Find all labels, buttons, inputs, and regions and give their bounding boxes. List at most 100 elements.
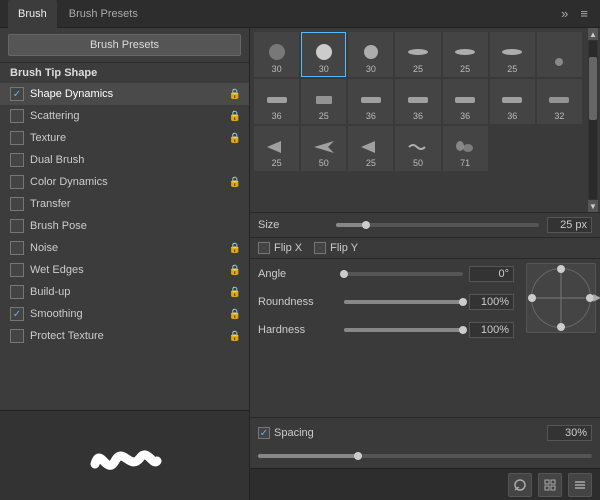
- roundness-label: Roundness: [258, 296, 338, 308]
- brush-cell-17[interactable]: 25: [348, 126, 393, 171]
- grid-scrollbar[interactable]: ▲ ▼: [588, 28, 598, 212]
- brush-cell-8[interactable]: 36: [254, 79, 299, 124]
- check-protect-texture[interactable]: [10, 329, 24, 343]
- check-dual-brush[interactable]: [10, 153, 24, 167]
- lock-wet-edges: 🔒: [229, 264, 241, 276]
- brush-cell-4[interactable]: 25: [395, 32, 440, 77]
- spacing-slider[interactable]: [258, 454, 592, 458]
- hardness-slider[interactable]: [344, 328, 463, 332]
- check-scattering[interactable]: [10, 109, 24, 123]
- brush-cell-5[interactable]: 25: [443, 32, 488, 77]
- size-slider[interactable]: [336, 223, 539, 227]
- tab-brush-presets[interactable]: Brush Presets: [59, 0, 148, 28]
- right-panel: 30 30 30: [250, 28, 600, 500]
- scroll-track[interactable]: [589, 41, 597, 199]
- spacing-section: ✓ Spacing 30%: [250, 417, 600, 468]
- brush-cell-14[interactable]: 32: [537, 79, 582, 124]
- tab-menu-icon[interactable]: ≡: [576, 4, 592, 23]
- lock-dual-brush: [229, 154, 241, 166]
- angle-dot-bottom[interactable]: [557, 323, 565, 331]
- option-texture[interactable]: Texture 🔒: [0, 127, 249, 149]
- option-noise[interactable]: Noise 🔒: [0, 237, 249, 259]
- flip-x-label: Flip X: [274, 242, 302, 254]
- check-color-dynamics[interactable]: [10, 175, 24, 189]
- option-shape-dynamics[interactable]: ✓ Shape Dynamics 🔒: [0, 83, 249, 105]
- option-scattering[interactable]: Scattering 🔒: [0, 105, 249, 127]
- brush-presets-button[interactable]: Brush Presets: [8, 34, 241, 56]
- brush-cell-3[interactable]: 30: [348, 32, 393, 77]
- brush-cell-18[interactable]: 50: [395, 126, 440, 171]
- angle-dot-top[interactable]: [557, 265, 565, 273]
- option-color-dynamics[interactable]: Color Dynamics 🔒: [0, 171, 249, 193]
- option-list[interactable]: ✓ Shape Dynamics 🔒 Scattering 🔒 Texture …: [0, 83, 249, 410]
- check-wet-edges[interactable]: [10, 263, 24, 277]
- flip-y-checkbox[interactable]: [314, 242, 326, 254]
- panel-menu-button[interactable]: [568, 473, 592, 497]
- grid-view-button[interactable]: [538, 473, 562, 497]
- scroll-down-arrow[interactable]: ▼: [588, 200, 598, 212]
- scroll-thumb[interactable]: [589, 57, 597, 120]
- brush-cell-16[interactable]: 50: [301, 126, 346, 171]
- lock-scattering: 🔒: [229, 110, 241, 122]
- check-texture[interactable]: [10, 131, 24, 145]
- spacing-value: 30%: [547, 425, 592, 441]
- angle-slider[interactable]: [344, 272, 463, 276]
- check-build-up[interactable]: [10, 285, 24, 299]
- angle-value: 0°: [469, 266, 514, 282]
- brush-cell-2[interactable]: 30: [301, 32, 346, 77]
- brush-cell-13[interactable]: 36: [490, 79, 535, 124]
- props-left: Angle 0° Roundness: [250, 259, 522, 417]
- check-smoothing[interactable]: ✓: [10, 307, 24, 321]
- preset-btn-row: Brush Presets: [0, 28, 249, 63]
- check-noise[interactable]: [10, 241, 24, 255]
- lock-build-up: 🔒: [229, 286, 241, 298]
- brush-preview-svg: [85, 426, 165, 486]
- option-smoothing[interactable]: ✓ Smoothing 🔒: [0, 303, 249, 325]
- brush-cell-6[interactable]: 25: [490, 32, 535, 77]
- option-brush-pose[interactable]: Brush Pose: [0, 215, 249, 237]
- option-dual-brush[interactable]: Dual Brush: [0, 149, 249, 171]
- bottom-toolbar: [250, 468, 600, 500]
- check-transfer[interactable]: [10, 197, 24, 211]
- roundness-value: 100%: [469, 294, 514, 310]
- brush-cell-9[interactable]: 25: [301, 79, 346, 124]
- scroll-up-arrow[interactable]: ▲: [588, 28, 598, 40]
- angle-widget[interactable]: ▶: [526, 263, 596, 333]
- lock-protect-texture: 🔒: [229, 330, 241, 342]
- tab-brush[interactable]: Brush: [8, 0, 57, 28]
- brush-cell-11[interactable]: 36: [395, 79, 440, 124]
- option-protect-texture[interactable]: Protect Texture 🔒: [0, 325, 249, 347]
- tab-forward-icon[interactable]: »: [557, 4, 572, 23]
- brush-cell-19[interactable]: 71: [443, 126, 488, 171]
- flip-row: Flip X Flip Y: [250, 238, 600, 259]
- angle-dot-left[interactable]: [528, 294, 536, 302]
- hardness-row: Hardness 100%: [258, 319, 514, 341]
- brush-grid-container: 30 30 30: [250, 28, 600, 213]
- angle-label: Angle: [258, 268, 338, 280]
- option-transfer[interactable]: Transfer: [0, 193, 249, 215]
- size-slider-thumb[interactable]: [362, 221, 370, 229]
- angle-row: Angle 0°: [258, 263, 514, 285]
- hardness-label: Hardness: [258, 324, 338, 336]
- check-brush-pose[interactable]: [10, 219, 24, 233]
- size-value: 25 px: [547, 217, 592, 233]
- option-build-up[interactable]: Build-up 🔒: [0, 281, 249, 303]
- brush-cell-7[interactable]: [537, 32, 582, 77]
- spacing-checkbox[interactable]: ✓: [258, 427, 270, 439]
- flip-x-checkbox[interactable]: [258, 242, 270, 254]
- angle-circle: [531, 268, 591, 328]
- flip-y-wrap[interactable]: Flip Y: [314, 242, 358, 254]
- section-header: Brush Tip Shape: [0, 63, 249, 83]
- check-shape-dynamics[interactable]: ✓: [10, 87, 24, 101]
- roundness-slider[interactable]: [344, 300, 463, 304]
- spacing-row: ✓ Spacing 30%: [258, 422, 592, 444]
- create-brush-button[interactable]: [508, 473, 532, 497]
- brush-cell-15[interactable]: 25: [254, 126, 299, 171]
- flip-x-wrap[interactable]: Flip X: [258, 242, 302, 254]
- brush-cell-1[interactable]: 30: [254, 32, 299, 77]
- brush-cell-10[interactable]: 36: [348, 79, 393, 124]
- option-wet-edges[interactable]: Wet Edges 🔒: [0, 259, 249, 281]
- brush-cell-12[interactable]: 36: [443, 79, 488, 124]
- props-area: Angle 0° Roundness: [250, 259, 600, 417]
- angle-arrow-icon: ▶: [593, 293, 600, 304]
